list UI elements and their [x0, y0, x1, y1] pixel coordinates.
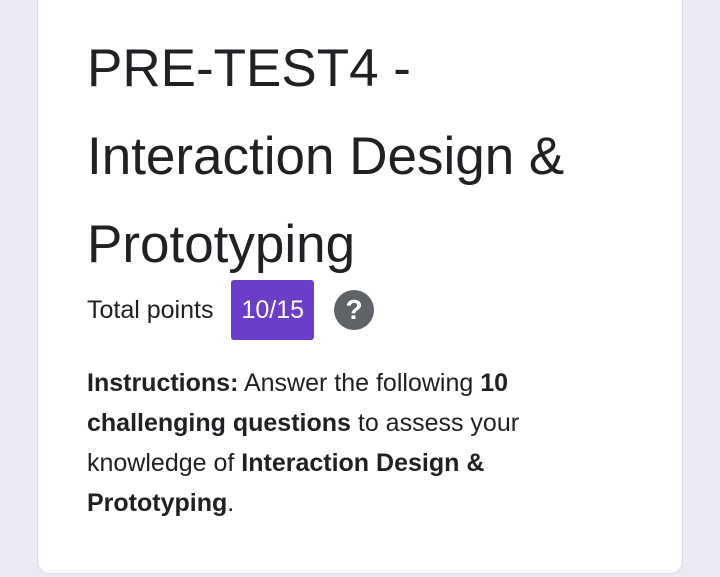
total-points-label: Total points [87, 295, 214, 324]
instructions-label: Instructions: [87, 369, 239, 397]
help-question-icon[interactable]: ? [334, 290, 375, 330]
total-points-row: Total points 10/15 ? [87, 280, 375, 340]
score-badge: 10/15 [231, 280, 315, 340]
challenging-questions-phrase: challenging questions [87, 409, 351, 437]
instructions-text: Instructions: Answer the following 10 ch… [87, 363, 612, 523]
instructions-segment-4: . [227, 489, 235, 517]
question-count: 10 [480, 369, 509, 397]
form-title: PRE-TEST4 - Interaction Design & Prototy… [87, 39, 565, 274]
instructions-segment-1: Answer the following [238, 369, 481, 397]
